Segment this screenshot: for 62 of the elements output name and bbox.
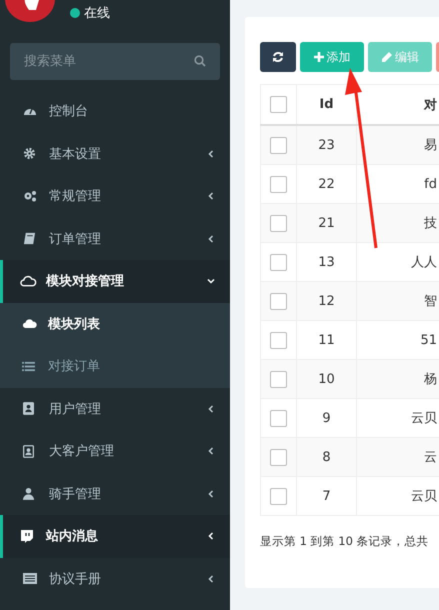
table-cell: 杨 [356,360,439,398]
list-icon [22,360,35,372]
card-icon [23,573,37,584]
chevron-left-icon [206,191,216,202]
refresh-icon [272,51,284,63]
search-field[interactable]: 搜索菜单 [10,43,220,80]
contact-icon [23,444,34,458]
menu-item[interactable]: 协议手册 [0,558,230,600]
row-checkbox[interactable] [270,214,287,232]
chevron-left-icon [206,234,216,244]
row-checkbox[interactable] [270,254,287,270]
chevron-left-icon [206,446,216,456]
chevron-left-icon [206,531,216,542]
submenu-item[interactable]: 模块列表 [0,302,230,345]
submenu-item[interactable]: 对接订单 [0,345,230,388]
cloud-icon [20,275,37,288]
table-cell: 21 [296,204,356,242]
row-checkbox[interactable] [270,370,287,388]
cloud-icon [22,318,38,330]
chevron-left-icon [206,488,216,499]
gear-icon [23,147,36,160]
plus-icon [314,52,324,62]
refresh-button[interactable] [260,42,296,72]
chevron-left-icon [206,148,216,159]
gears-icon [23,189,37,204]
menu-item[interactable]: 大客户管理 [0,430,230,472]
chevron-left-icon [206,404,216,414]
menu-item[interactable]: 站内消息 [0,515,230,558]
menu-item[interactable]: 模块对接管理 [0,260,230,302]
table-cell: 智 [356,282,439,320]
table-cell: 12 [296,282,356,320]
status-text: 在线 [84,5,110,22]
table-cell: 8 [296,438,356,476]
row-checkbox[interactable] [270,488,287,504]
row-checkbox[interactable] [270,448,287,466]
menu-item[interactable]: 常规管理 [0,175,230,218]
table-cell: 技 [356,204,439,242]
contact-icon [23,402,34,416]
table-cell: 云 [356,438,439,476]
menu-item[interactable]: 基本设置 [0,132,230,175]
menu-item[interactable]: 订单管理 [0,218,230,260]
table-cell: 23 [296,125,356,164]
menu-item[interactable]: 骑手管理 [0,472,230,515]
search-icon [194,55,206,67]
chevron-down-icon [206,276,216,286]
table-cell: 7 [296,476,356,516]
pagination-info: 显示第 1 到第 10 条记录，总共 [260,534,430,549]
chat-icon [20,529,34,544]
select-all-checkbox[interactable] [270,96,287,113]
person-icon [23,487,34,500]
menu-item[interactable]: 用户管理 [0,388,230,430]
row-checkbox[interactable] [270,136,287,154]
table-cell: 易 [356,125,439,164]
chevron-left-icon [206,574,216,584]
row-checkbox[interactable] [270,176,287,192]
pencil-icon [381,52,392,62]
table-cell: 10 [296,360,356,398]
row-checkbox[interactable] [270,410,287,426]
menu-item[interactable]: 控制台 [0,90,230,132]
row-checkbox[interactable] [270,332,287,348]
book-icon [23,232,36,246]
row-checkbox[interactable] [270,292,287,310]
